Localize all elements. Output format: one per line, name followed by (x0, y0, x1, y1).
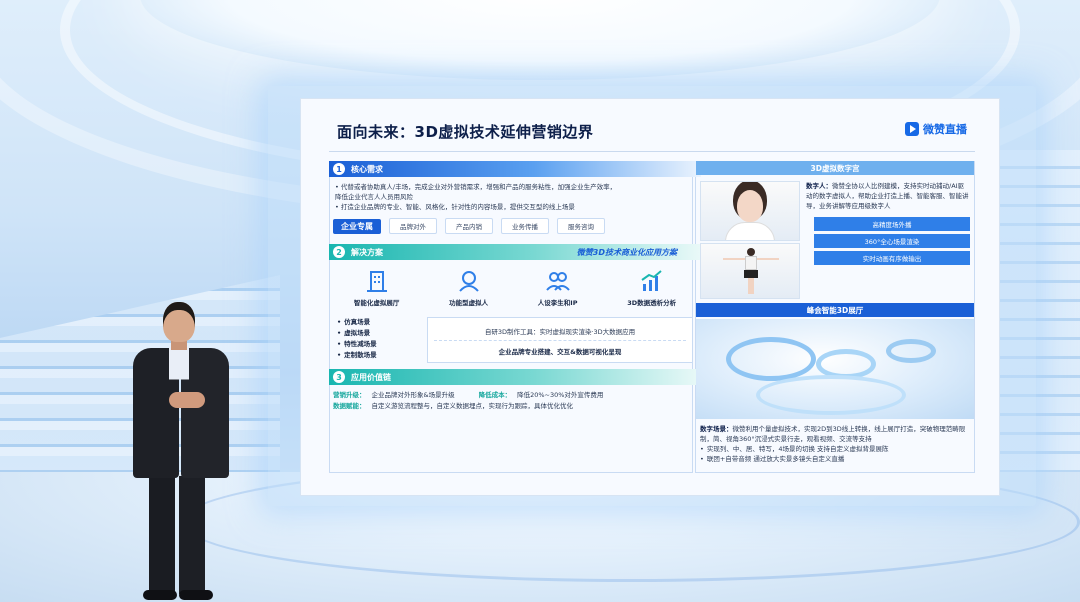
tag-item: 业务传播 (501, 218, 549, 234)
avatar-description: 数字人：微赞全协以人比例建模，支持实时动捕动/AI驱动的数字虚拟人，帮助企业打造… (806, 181, 970, 211)
section-core-needs-header: 1 核心需求 (329, 161, 701, 177)
presenter-leg (149, 476, 175, 594)
bullet-text: • 打造企业品牌的专业、智能、风格化，针对性的内容场景，提供交互型的线上场景 (335, 203, 575, 211)
value-text: 降低20%~30%对外宣传费用 (517, 391, 604, 399)
brand-logo-text: 微赞直播 (923, 123, 967, 136)
presenter-hands (169, 392, 205, 408)
hall-ring (886, 339, 936, 363)
feature-badge: 实时动画有序做输出 (814, 251, 970, 265)
section-solution-header: 2 解决方案 微赞3D技术商业化应用方案 (329, 244, 701, 260)
solution-box-line: 企业品牌专业搭建、交互&数据可视化呈现 (498, 348, 622, 356)
feature-badge: 高精度场外播 (814, 217, 970, 231)
section-title: 应用价值链 (351, 372, 391, 382)
avatar-features: 高精度场外播 360°全心场景渲染 实时动画有序做输出 (806, 217, 970, 265)
hall-ring (726, 337, 816, 381)
presenter (125, 300, 245, 602)
section-right-title: 微赞3D技术商业化应用方案 (576, 247, 677, 257)
presentation-slide: 面向未来：3D虚拟技术延伸营销边界 微赞直播 1 核心需求 • 代替或者协助真人… (300, 98, 1000, 496)
solution-item: 人设孪生和IP (537, 268, 578, 307)
core-needs-bullets: • 代替或者协助真人/丰场，完成企业对外营销需求，增强和产品的服务粘性，加强企业… (329, 177, 701, 216)
presenter-leg (179, 476, 205, 594)
virtual-hall-image (696, 319, 974, 419)
hall-ring (756, 375, 906, 415)
chart-icon (641, 270, 662, 291)
hall-desc-text: 微赞利用个量虚拟技术，实现2D到3D线上转换，线上展厅打造，突破物理范畴限制，简… (700, 425, 966, 443)
title-divider (329, 151, 975, 152)
tag-item: 品牌对外 (389, 218, 437, 234)
core-needs-tags: 企业专属 品牌对外 产品内销 业务传播 服务咨询 (329, 216, 701, 236)
avatar-legs (748, 278, 754, 294)
avatar-torso (745, 256, 757, 270)
left-panel: 1 核心需求 • 代替或者协助真人/丰场，完成企业对外营销需求，增强和产品的服务… (329, 161, 701, 417)
scene-item: 虚拟场景 (337, 328, 417, 339)
tag-enterprise: 企业专属 (333, 218, 381, 234)
solution-item: 3D数据透析分析 (627, 268, 676, 307)
solution-label: 功能型虚拟人 (449, 299, 489, 307)
solution-box-line: 自研3D制作工具：实时虚拟现实渲染·3D大数据应用 (434, 322, 686, 341)
avatar-full-body (700, 243, 800, 299)
solution-item: 功能型虚拟人 (449, 268, 488, 307)
section-number: 3 (333, 371, 345, 383)
brand-logo: 微赞直播 (905, 121, 967, 137)
scene-list: 仿真场景 虚拟场景 特性减场景 定制散场景 (337, 317, 417, 361)
play-icon (905, 122, 919, 136)
value-row: 营销升级： 企业品牌对外形象&场景升级 降低成本： 降低20%~30%对外宣传费… (333, 390, 697, 401)
section-number: 1 (333, 163, 345, 175)
scene-item: 仿真场景 (337, 317, 417, 328)
solution-item: 智能化虚拟展厅 (353, 268, 400, 307)
avatar-icon (458, 271, 479, 292)
right-panel: 3D虚拟数字宫 数字人：微赞全协以人比例建模，支持实时动捕动/AI驱动的数字虚拟… (696, 161, 974, 467)
avatar-images (700, 181, 800, 299)
section-title: 解决方案 (351, 247, 383, 257)
value-key: 数据赋能： (333, 402, 366, 410)
hall-desc-para: 数字场景：微赞利用个量虚拟技术，实现2D到3D线上转换，线上展厅打造，突破物理范… (700, 424, 970, 444)
solution-label: 3D数据透析分析 (627, 299, 677, 307)
slide-title: 面向未来：3D虚拟技术延伸营销边界 (337, 123, 594, 141)
bullet-text: • 代替或者协助真人/丰场，完成企业对外营销需求，增强和产品的服务粘性，加强企业… (335, 183, 617, 191)
value-row: 数据赋能： 自定义游览流程整与，自定义数据埋点，实现行为跟踪，具体优化优化 (333, 401, 697, 412)
hall-desc-key: 数字场景： (700, 425, 733, 433)
scene-item: 特性减场景 (337, 339, 417, 350)
hall-bullet: 联团+自带音频 通过放大实景多镜头自定义直播 (700, 454, 970, 464)
value-rows: 营销升级： 企业品牌对外形象&场景升级 降低成本： 降低20%~30%对外宣传费… (329, 385, 701, 417)
section-value-header: 3 应用价值链 (329, 369, 701, 385)
solution-box: 自研3D制作工具：实时虚拟现实渲染·3D大数据应用 企业品牌专业搭建、交互&数据… (427, 317, 693, 363)
value-text: 自定义游览流程整与，自定义数据埋点，实现行为跟踪，具体优化优化 (371, 402, 574, 410)
tag-item: 产品内销 (445, 218, 493, 234)
section-number: 2 (333, 246, 345, 258)
users-icon (545, 272, 570, 291)
bullet-text: 降低企业代言人人员用风险 (335, 193, 413, 201)
presenter-head (163, 302, 195, 342)
hall-section-header: 峰会智能3D展厅 (696, 303, 974, 317)
presenter-shoe (143, 590, 177, 600)
value-key: 降低成本： (478, 391, 512, 399)
section-title: 核心需求 (351, 164, 383, 174)
value-key: 营销升级： (333, 391, 366, 399)
avatar-info: 数字人：微赞全协以人比例建模，支持实时动捕动/AI驱动的数字虚拟人，帮助企业打造… (806, 181, 970, 299)
presenter-shoe (179, 590, 213, 600)
avatar-shoulders (725, 222, 775, 240)
avatar-head (747, 248, 755, 256)
building-icon (366, 271, 387, 292)
solution-icons: 智能化虚拟展厅 功能型虚拟人 人设孪生和IP 3D数据透析分析 (329, 260, 701, 311)
avatar-section-header: 3D虚拟数字宫 (696, 161, 974, 175)
solution-label: 人设孪生和IP (537, 299, 578, 307)
hall-description: 数字场景：微赞利用个量虚拟技术，实现2D到3D线上转换，线上展厅打造，突破物理范… (696, 421, 974, 467)
feature-badge: 360°全心场景渲染 (814, 234, 970, 248)
avatar-skirt (744, 270, 758, 278)
solution-label: 智能化虚拟展厅 (353, 299, 400, 307)
scene-item: 定制散场景 (337, 350, 417, 361)
value-text: 企业品牌对外形象&场景升级 (371, 391, 455, 399)
solution-detail: 仿真场景 虚拟场景 特性减场景 定制散场景 自研3D制作工具：实时虚拟现实渲染·… (329, 311, 701, 369)
avatar-face (737, 190, 763, 222)
avatar-area: 数字人：微赞全协以人比例建模，支持实时动捕动/AI驱动的数字虚拟人，帮助企业打造… (696, 175, 974, 303)
tag-item: 服务咨询 (557, 218, 605, 234)
hall-bullet: 实现列、中、居、特写，4场景的切换 支持自定义虚拟背景展陈 (700, 444, 970, 454)
avatar-portrait (700, 181, 800, 241)
avatar-desc-key: 数字人： (806, 182, 832, 190)
